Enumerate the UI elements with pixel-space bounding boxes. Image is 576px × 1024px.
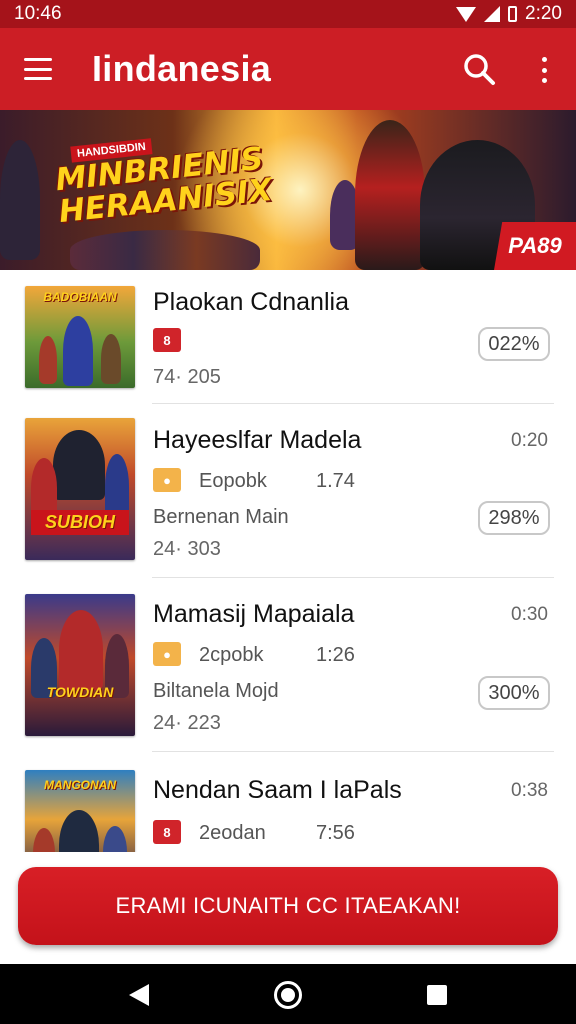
category-icon: 8 [153,328,181,352]
thumbnail-title: BADOBIAAN [43,290,117,304]
recent-apps-icon[interactable] [427,985,447,1005]
banner-hero-red [355,120,425,270]
game-meta: 24· 303 [153,538,221,560]
progress-pill[interactable]: 022% [478,327,550,361]
category-icon: ● [153,468,181,492]
more-options-icon[interactable] [536,54,552,86]
list-item[interactable]: TOWDIAN Mamasij Mapaiala 0:30 ● 2cpobk 1… [0,578,576,752]
category-label: 2cpobk [199,644,264,666]
home-icon[interactable] [274,981,302,1009]
game-size: 1:26 [316,644,355,666]
category-icon: ● [153,642,181,666]
banner-hero-left [0,140,40,260]
thumbnail-title: TOWDIAN [46,684,114,700]
game-thumbnail: TOWDIAN [25,594,135,736]
banner-badge: PA89 [494,222,576,270]
category-label: 2eodan [199,822,266,844]
status-bar: 10:46 2:20 [0,0,576,28]
battery-icon [508,6,518,22]
status-icons: 2:20 [456,3,562,25]
navigation-bar [0,964,576,1024]
thumbnail-title: SUBIOH [31,510,129,535]
status-time: 10:46 [14,3,62,24]
banner-hero-group [70,230,260,270]
list-item[interactable]: SUBIOH Hayeeslfar Madela 0:20 ● Eopobk 1… [0,404,576,578]
game-time: 0:30 [511,604,548,625]
game-subtitle: Bernenan Main [153,506,289,528]
game-meta: 74· 205 [153,366,221,388]
game-time: 0:20 [511,430,548,451]
game-title: Mamasij Mapaiala [153,600,355,628]
search-icon[interactable] [462,52,496,86]
game-time: 0:38 [511,780,548,801]
game-size: 7:56 [316,822,355,844]
list-item[interactable]: MANGONAN Nendan Saam I laPals 0:38 8 2eo… [0,752,576,852]
progress-pill[interactable]: 298% [478,501,550,535]
wifi-icon [456,6,477,22]
game-meta: 24· 223 [153,712,221,734]
promo-banner[interactable]: HANDSIBDIN MINBRIENIS HERAANISIX PA89 [0,110,576,270]
app-bar: Iindanesia [0,28,576,110]
status-clock: 2:20 [525,3,562,24]
category-label: Eopobk [199,470,267,492]
game-thumbnail: SUBIOH [25,418,135,560]
game-thumbnail: MANGONAN [25,770,135,852]
app-title: Iindanesia [92,48,272,89]
game-subtitle: Biltanela Mojd [153,680,279,702]
game-title: Hayeeslfar Madela [153,426,362,454]
game-list: BADOBIAAN Plaokan Cdnanlia 8 74· 205 022… [0,270,576,852]
game-thumbnail: BADOBIAAN [25,286,135,388]
game-title: Nendan Saam I laPals [153,776,402,804]
category-icon: 8 [153,820,181,844]
list-item[interactable]: BADOBIAAN Plaokan Cdnanlia 8 74· 205 022… [0,270,576,404]
back-icon[interactable] [129,984,149,1006]
signal-icon [484,6,501,22]
cta-button[interactable]: ERAMI ICUNAITH CC ITAEAKAN! [18,867,558,945]
menu-icon[interactable] [24,58,52,80]
thumbnail-title: MANGONAN [44,778,116,792]
game-title: Plaokan Cdnanlia [153,288,349,316]
progress-pill[interactable]: 300% [478,676,550,710]
game-size: 1.74 [316,470,355,492]
